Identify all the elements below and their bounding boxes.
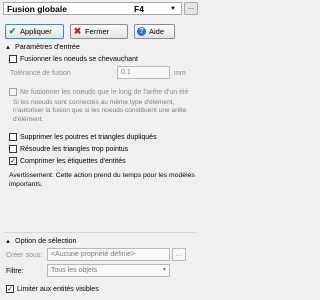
help-button[interactable]: ? Aide [134, 24, 175, 39]
chevron-down-icon[interactable]: ▼ [166, 4, 180, 14]
chevron-down-icon[interactable]: ▼ [162, 265, 167, 276]
divider [4, 232, 197, 233]
limit-visible-row[interactable]: ✓ Limiter aux entités visibles [6, 285, 99, 293]
merge-overlapping-label: Fusionner les noeuds se chevauchant [20, 55, 138, 63]
apply-button-label: Appliquer [20, 27, 52, 36]
delete-duplicates-row[interactable]: Supprimer les poutres et triangles dupli… [9, 133, 157, 141]
limit-visible-checkbox[interactable]: ✓ [6, 285, 14, 293]
command-shortcut: F4 [134, 4, 144, 14]
tolerance-input[interactable]: 0.1 [117, 66, 170, 79]
title-bar: Fusion globale F4 ▼ ... [0, 0, 201, 17]
merge-overlapping-checkbox[interactable] [9, 55, 17, 63]
command-title: Fusion globale [7, 4, 67, 14]
delete-duplicates-label: Supprimer les poutres et triangles dupli… [20, 133, 157, 141]
cross-icon: ✖ [73, 26, 82, 36]
tolerance-label: Tolérance de fusion [10, 70, 71, 77]
checkmark-icon: ✔ [8, 26, 17, 36]
input-params-header[interactable]: ▴ Paramètres d'entrée [4, 42, 80, 51]
create-under-value: <Aucune propriété définie> [51, 251, 136, 258]
apply-button[interactable]: ✔ Appliquer [5, 24, 64, 39]
limit-visible-label: Limiter aux entités visibles [17, 285, 99, 293]
resolve-pointed-checkbox[interactable] [9, 145, 17, 153]
more-button[interactable]: ... [184, 2, 198, 15]
help-icon: ? [137, 27, 146, 36]
create-under-label: Créer sous: [6, 252, 43, 259]
browse-button[interactable]: … [172, 248, 186, 261]
resolve-pointed-row[interactable]: Résoudre les triangles trop pointus [9, 145, 128, 153]
edge-merge-note: Si les noeuds sont connectés au même typ… [13, 99, 187, 123]
collapse-icon[interactable]: ▴ [4, 237, 12, 245]
compress-labels-row[interactable]: ✓ Comprimer les étiquettes d'entités [9, 157, 126, 165]
selection-header[interactable]: ▴ Option de sélection [4, 236, 77, 245]
edge-merge-checkbox[interactable] [9, 88, 17, 96]
filter-select[interactable]: Tous les objets ▼ [47, 264, 170, 277]
command-selector[interactable]: Fusion globale F4 ▼ [3, 2, 182, 15]
delete-duplicates-checkbox[interactable] [9, 133, 17, 141]
merge-overlapping-row[interactable]: Fusionner les noeuds se chevauchant [9, 55, 138, 63]
input-params-title: Paramètres d'entrée [15, 42, 80, 51]
help-button-label: Aide [149, 27, 165, 36]
warning-text: Avertissement: Cette action prend du tem… [9, 172, 195, 188]
compress-labels-checkbox[interactable]: ✓ [9, 157, 17, 165]
compress-labels-label: Comprimer les étiquettes d'entités [20, 157, 126, 165]
edge-merge-label: Ne fusionner les noeuds que le long de l… [20, 88, 189, 96]
close-button-label: Fermer [85, 27, 110, 36]
tolerance-unit: mm [174, 70, 186, 77]
create-under-select[interactable]: <Aucune propriété définie> [47, 248, 170, 261]
collapse-icon[interactable]: ▴ [4, 43, 12, 51]
edge-merge-row[interactable]: Ne fusionner les noeuds que le long de l… [9, 88, 188, 96]
filter-value: Tous les objets [51, 267, 98, 274]
resolve-pointed-label: Résoudre les triangles trop pointus [20, 145, 129, 153]
filter-label: Filtre: [6, 268, 24, 275]
close-button[interactable]: ✖ Fermer [70, 24, 128, 39]
selection-title: Option de sélection [15, 236, 77, 245]
